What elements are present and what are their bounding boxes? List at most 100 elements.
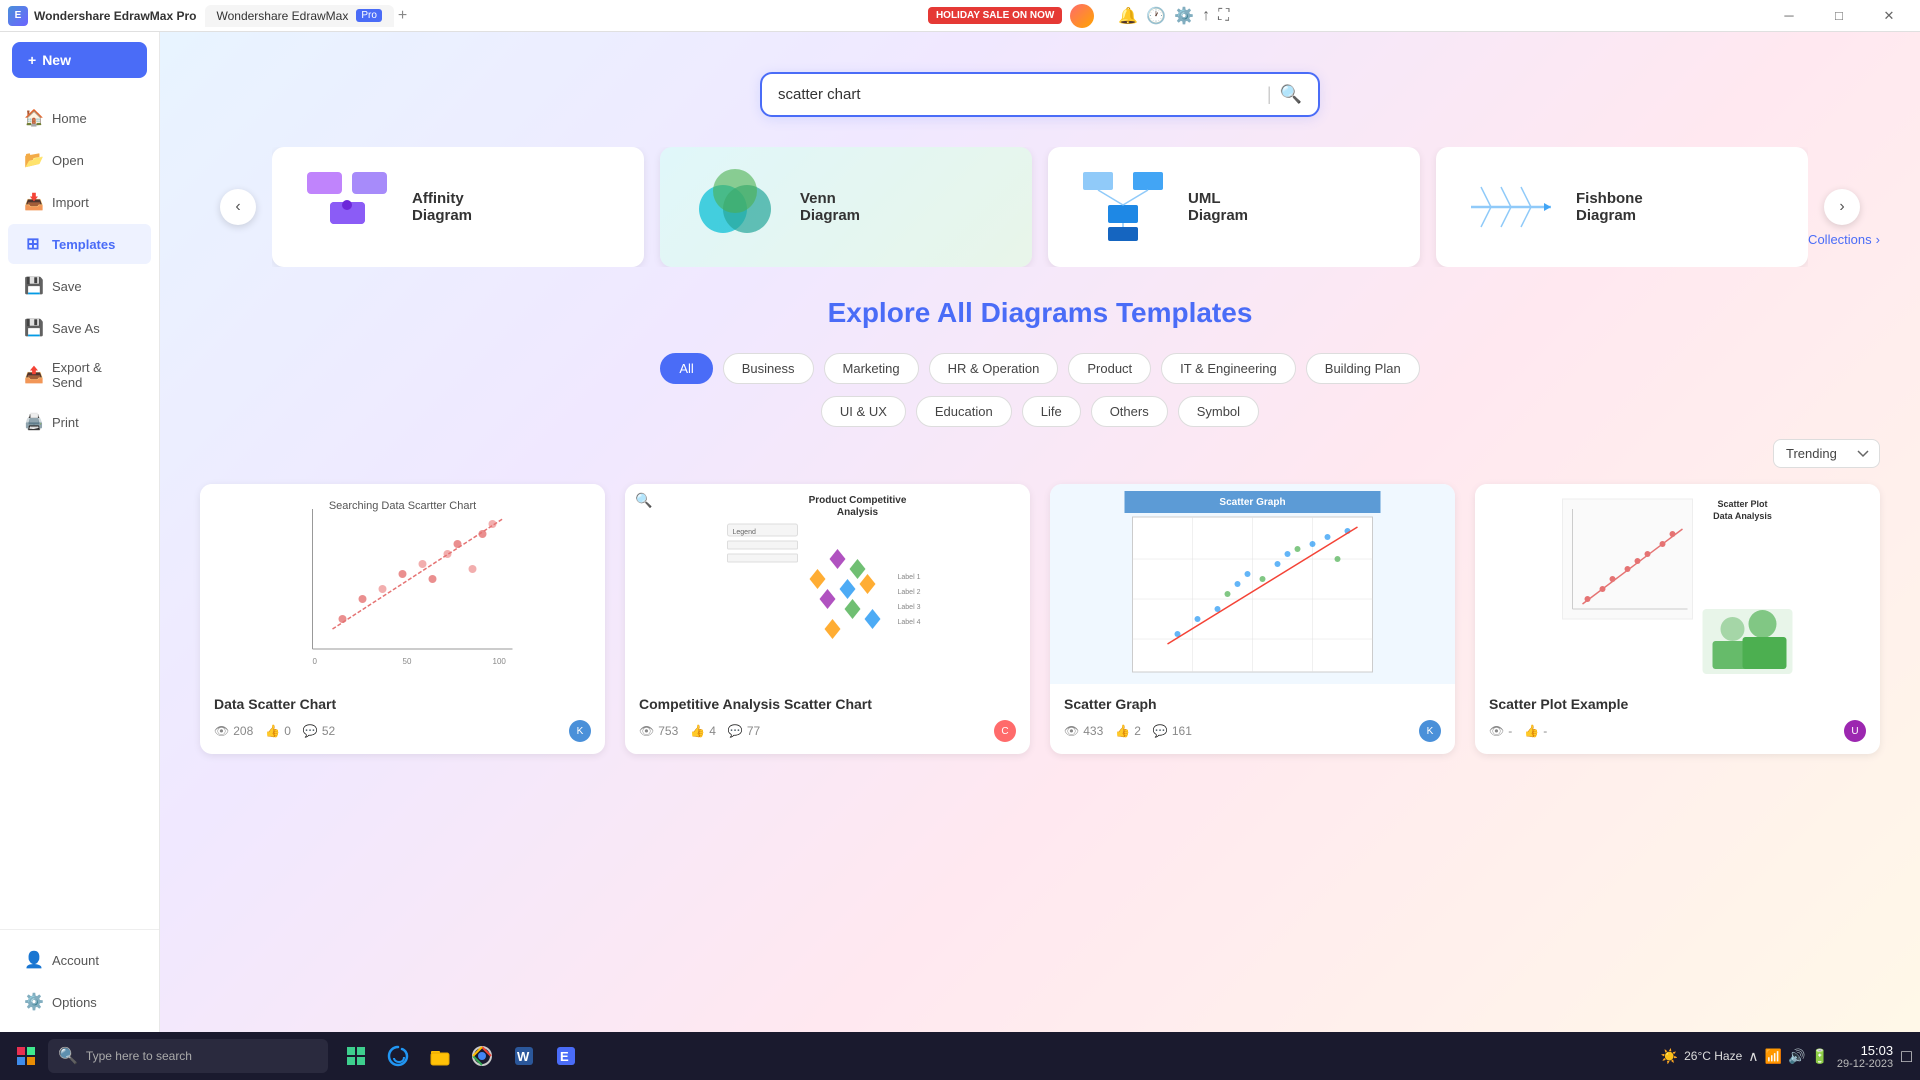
volume-icon: 🔊 bbox=[1788, 1048, 1805, 1065]
filter-hr-operation[interactable]: HR & Operation bbox=[929, 353, 1059, 384]
maximize-button[interactable]: □ bbox=[1816, 0, 1862, 32]
taskbar-app-chrome[interactable] bbox=[462, 1036, 502, 1076]
sidebar-item-export[interactable]: 📤 Export & Send bbox=[8, 350, 151, 400]
window-controls: ─ □ ✕ bbox=[1766, 0, 1912, 32]
home-icon: 🏠 bbox=[24, 108, 42, 128]
filter-ui-ux[interactable]: UI & UX bbox=[821, 396, 906, 427]
carousel-card-uml[interactable]: UML Diagram bbox=[1048, 147, 1420, 267]
view-count-2: 753 bbox=[658, 724, 678, 738]
template-card-data-scatter[interactable]: Searching Data Scartter Chart bbox=[200, 484, 605, 754]
sidebar-item-templates[interactable]: ⊞ Templates bbox=[8, 224, 151, 264]
start-button[interactable] bbox=[8, 1038, 44, 1074]
filter-business[interactable]: Business bbox=[723, 353, 814, 384]
sidebar-item-options-label: Options bbox=[52, 995, 97, 1010]
search-divider: | bbox=[1267, 84, 1272, 105]
tab-item[interactable]: Wondershare EdrawMax Pro bbox=[205, 5, 394, 27]
notification-icon[interactable]: 🔔 bbox=[1118, 6, 1138, 26]
svg-text:Label 1: Label 1 bbox=[898, 574, 921, 581]
carousel-prev-button[interactable]: ‹ bbox=[220, 189, 256, 225]
minimize-button[interactable]: ─ bbox=[1766, 0, 1812, 32]
taskbar: 🔍 Type here to search bbox=[0, 1032, 1920, 1080]
new-button[interactable]: + New bbox=[12, 42, 147, 78]
filter-symbol[interactable]: Symbol bbox=[1178, 396, 1259, 427]
like-icon-4: 👍 bbox=[1524, 724, 1539, 738]
view-count-3: 433 bbox=[1083, 724, 1103, 738]
card-info-scatter-graph: Scatter Graph 👁 433 👍 2 💬 bbox=[1050, 684, 1455, 754]
filter-row-2: UI & UX Education Life Others Symbol bbox=[200, 396, 1880, 427]
template-card-competitive[interactable]: 🔍 Product Competitive Analysis Legend bbox=[625, 484, 1030, 754]
card-meta-data-scatter: 👁 208 👍 0 💬 52 K bbox=[214, 720, 591, 742]
carousel-card-affinity[interactable]: Affinity Diagram bbox=[272, 147, 644, 267]
taskbar-app-edraw[interactable]: E bbox=[546, 1036, 586, 1076]
affinity-card-label: Affinity Diagram bbox=[412, 190, 472, 224]
expand-icon[interactable]: ⛶ bbox=[1218, 7, 1229, 25]
sidebar-item-home[interactable]: 🏠 Home bbox=[8, 98, 151, 138]
sidebar-item-open[interactable]: 📂 Open bbox=[8, 140, 151, 180]
close-button[interactable]: ✕ bbox=[1866, 0, 1912, 32]
sort-select[interactable]: Trending Newest Most Used bbox=[1773, 439, 1880, 468]
svg-text:0: 0 bbox=[313, 657, 318, 666]
filter-building-plan[interactable]: Building Plan bbox=[1306, 353, 1420, 384]
fishbone-label-line2: Diagram bbox=[1576, 207, 1643, 224]
clock-icon[interactable]: 🕐 bbox=[1146, 6, 1166, 26]
sidebar-item-import[interactable]: 📥 Import bbox=[8, 182, 151, 222]
search-button[interactable]: 🔍 bbox=[1280, 84, 1302, 105]
sidebar-item-options[interactable]: ⚙️ Options bbox=[8, 982, 151, 1022]
sidebar-item-save[interactable]: 💾 Save bbox=[8, 266, 151, 306]
uml-label-line1: UML bbox=[1188, 190, 1248, 207]
sys-time[interactable]: 15:03 29-12-2023 bbox=[1837, 1043, 1893, 1070]
sidebar-item-account[interactable]: 👤 Account bbox=[8, 940, 151, 980]
sidebar-item-save-as[interactable]: 💾 Save As bbox=[8, 308, 151, 348]
taskbar-app-word[interactable]: W bbox=[504, 1036, 544, 1076]
like-count-4: - bbox=[1543, 724, 1547, 738]
app-body: + New 🏠 Home 📂 Open 📥 Import ⊞ Templates bbox=[0, 32, 1920, 1032]
like-icon: 👍 bbox=[265, 724, 280, 738]
sidebar-item-print[interactable]: 🖨️ Print bbox=[8, 402, 151, 442]
svg-text:Label 4: Label 4 bbox=[898, 619, 921, 626]
filter-it-engineering[interactable]: IT & Engineering bbox=[1161, 353, 1296, 384]
template-card-scatter-graph[interactable]: Scatter Graph bbox=[1050, 484, 1455, 754]
filter-marketing[interactable]: Marketing bbox=[824, 353, 919, 384]
account-icon: 👤 bbox=[24, 950, 42, 970]
filter-others[interactable]: Others bbox=[1091, 396, 1168, 427]
user-avatar[interactable] bbox=[1070, 4, 1094, 28]
filter-life[interactable]: Life bbox=[1022, 396, 1081, 427]
search-box[interactable]: | 🔍 bbox=[760, 72, 1320, 117]
taskbar-app-windows[interactable] bbox=[336, 1036, 376, 1076]
weather-icon: ☀️ bbox=[1661, 1048, 1678, 1065]
svg-text:Product Competitive: Product Competitive bbox=[809, 495, 907, 506]
taskbar-search[interactable]: 🔍 Type here to search bbox=[48, 1039, 328, 1073]
filter-product[interactable]: Product bbox=[1068, 353, 1151, 384]
sidebar-item-open-label: Open bbox=[52, 153, 84, 168]
search-input[interactable] bbox=[778, 86, 1259, 103]
card-img-competitive: 🔍 Product Competitive Analysis Legend bbox=[625, 484, 1030, 684]
venn-card-label: Venn Diagram bbox=[800, 190, 860, 224]
template-card-scatter-plot[interactable]: Scatter Plot Data Analysis bbox=[1475, 484, 1880, 754]
comment-icon-2: 💬 bbox=[728, 724, 743, 738]
uml-label-line2: Diagram bbox=[1188, 207, 1248, 224]
share-icon[interactable]: ↑ bbox=[1202, 7, 1210, 25]
carousel-card-fishbone[interactable]: Fishbone Diagram bbox=[1436, 147, 1808, 267]
titlebar: E Wondershare EdrawMax Pro Wondershare E… bbox=[0, 0, 1920, 32]
carousel-next-button[interactable]: › bbox=[1824, 189, 1860, 225]
arrow-up-icon[interactable]: ∧ bbox=[1748, 1048, 1758, 1065]
carousel-card-venn[interactable]: Venn Diagram bbox=[660, 147, 1032, 267]
card-info-scatter-plot: Scatter Plot Example 👁 - 👍 - U bbox=[1475, 684, 1880, 754]
eye-icon-2: 👁 bbox=[639, 724, 654, 738]
like-count-2: 4 bbox=[709, 724, 716, 738]
filter-all[interactable]: All bbox=[660, 353, 712, 384]
taskbar-app-edge[interactable] bbox=[378, 1036, 418, 1076]
card-title-scatter-graph: Scatter Graph bbox=[1064, 696, 1441, 712]
filter-education[interactable]: Education bbox=[916, 396, 1012, 427]
like-icon-2: 👍 bbox=[690, 724, 705, 738]
like-icon-3: 👍 bbox=[1115, 724, 1130, 738]
notification-center-icon[interactable]: □ bbox=[1901, 1046, 1912, 1067]
filter-row-1: All Business Marketing HR & Operation Pr… bbox=[200, 353, 1880, 384]
settings-icon[interactable]: ⚙️ bbox=[1174, 6, 1194, 26]
taskbar-apps: W E bbox=[336, 1036, 586, 1076]
new-tab-button[interactable]: + bbox=[398, 7, 407, 25]
taskbar-app-explorer[interactable] bbox=[420, 1036, 460, 1076]
template-cards-grid: Searching Data Scartter Chart bbox=[200, 484, 1880, 754]
svg-text:Label 3: Label 3 bbox=[898, 604, 921, 611]
sidebar-item-account-label: Account bbox=[52, 953, 99, 968]
